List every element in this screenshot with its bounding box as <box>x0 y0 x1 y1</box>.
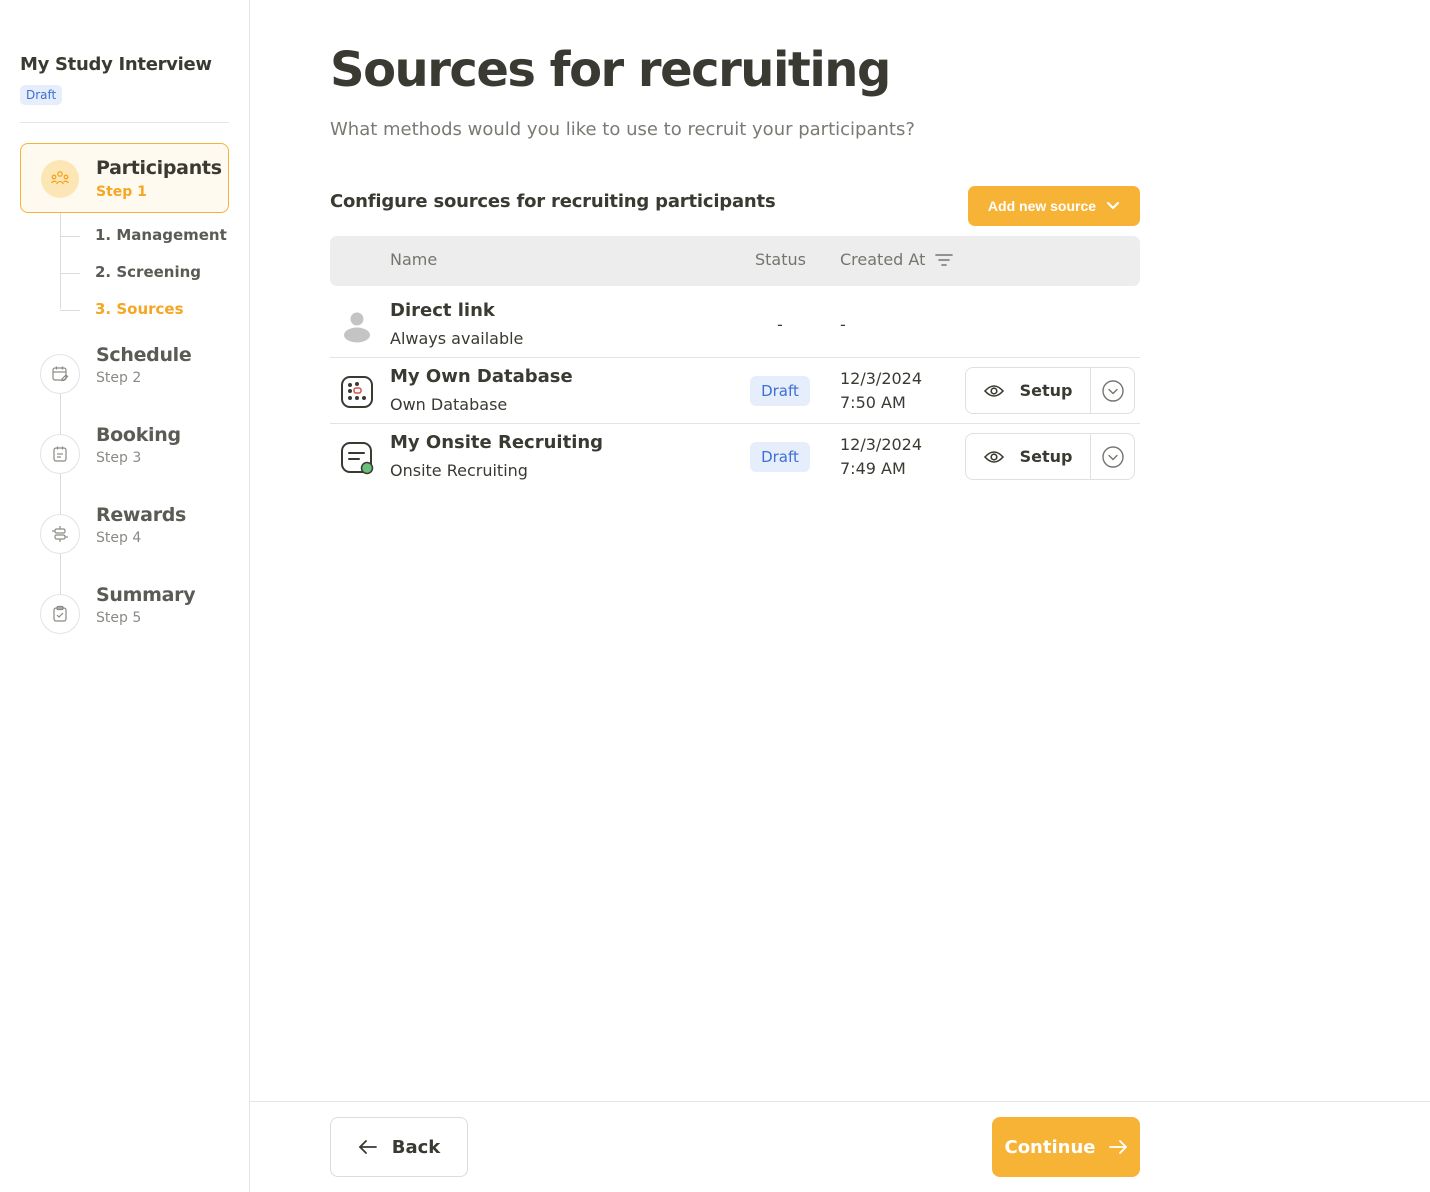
continue-button[interactable]: Continue <box>992 1117 1140 1177</box>
substep-tick <box>60 273 80 274</box>
created-time: 7:50 AM <box>840 393 906 412</box>
source-type: Always available <box>390 329 524 348</box>
step-number: Step 5 <box>96 610 142 626</box>
arrow-left-icon <box>358 1140 377 1154</box>
study-status-badge: Draft <box>20 85 63 105</box>
step-schedule[interactable]: Schedule Step 2 <box>20 344 229 404</box>
column-header-created-label: Created At <box>840 250 926 269</box>
add-new-source-button[interactable]: Add new source <box>968 186 1140 226</box>
substep-tick <box>60 310 80 311</box>
substep-label: 1. Management <box>95 226 227 244</box>
substep-sources[interactable]: 3. Sources <box>60 300 230 320</box>
setup-button-group: Setup <box>965 367 1135 414</box>
section-title: Configure sources for recruiting partici… <box>330 191 776 212</box>
step-number: Step 1 <box>96 184 147 200</box>
sidebar: My Study Interview Draft Participants St… <box>0 0 250 1192</box>
page-subtitle: What methods would you like to use to re… <box>330 119 915 140</box>
person-icon <box>340 309 374 343</box>
chevron-down-icon <box>1106 201 1120 210</box>
setup-button[interactable]: Setup <box>966 434 1091 479</box>
substep-tick <box>60 236 80 237</box>
source-name: Direct link <box>390 300 495 321</box>
step-title: Booking <box>96 424 181 446</box>
more-options-button[interactable] <box>1091 434 1134 479</box>
table-row[interactable]: Direct link Always available - - <box>330 292 1140 358</box>
step-title: Schedule <box>96 344 192 366</box>
substep-label: 3. Sources <box>95 300 184 318</box>
back-button[interactable]: Back <box>330 1117 468 1177</box>
continue-label: Continue <box>1004 1136 1096 1158</box>
setup-label: Setup <box>1019 447 1073 466</box>
step-summary[interactable]: Summary Step 5 <box>20 584 229 644</box>
source-created-at: 12/3/2024 7:50 AM <box>840 367 922 415</box>
substep-management[interactable]: 1. Management <box>60 226 230 246</box>
footer-divider <box>250 1101 1430 1102</box>
step-booking[interactable]: Booking Step 3 <box>20 424 229 484</box>
setup-label: Setup <box>1019 381 1073 400</box>
sort-filter-icon <box>935 253 954 266</box>
page-title: Sources for recruiting <box>330 42 891 98</box>
table-header: Name Status Created At <box>330 236 1140 286</box>
step-rewards[interactable]: Rewards Step 4 <box>20 504 229 564</box>
column-header-name: Name <box>390 250 438 269</box>
arrow-right-icon <box>1108 1140 1127 1154</box>
source-type: Own Database <box>390 395 508 414</box>
table-row[interactable]: My Own Database Own Database Draft 12/3/… <box>330 358 1140 424</box>
database-icon <box>340 375 374 409</box>
step-number: Step 4 <box>96 530 142 546</box>
more-options-button[interactable] <box>1091 368 1134 413</box>
onsite-form-icon <box>340 441 374 475</box>
source-name: My Own Database <box>390 366 573 387</box>
study-title: My Study Interview <box>20 54 212 75</box>
add-new-source-label: Add new source <box>987 198 1097 214</box>
created-time: 7:49 AM <box>840 459 906 478</box>
chevron-down-circle-icon <box>1101 445 1124 468</box>
chevron-down-circle-icon <box>1101 379 1124 402</box>
source-status: - <box>777 315 783 334</box>
eye-icon <box>983 384 1004 397</box>
step-title: Summary <box>96 584 196 606</box>
source-name: My Onsite Recruiting <box>390 432 604 453</box>
source-created-at: - <box>840 315 846 334</box>
step-number: Step 2 <box>96 370 142 386</box>
main-content: Sources for recruiting What methods woul… <box>250 0 1430 1192</box>
substep-screening[interactable]: 2. Screening <box>60 263 230 283</box>
setup-button-group: Setup <box>965 433 1135 480</box>
app-root: My Study Interview Draft Participants St… <box>0 0 1430 1192</box>
created-date: 12/3/2024 <box>840 369 923 388</box>
clipboard-check-icon <box>40 594 80 634</box>
source-type: Onsite Recruiting <box>390 461 528 480</box>
step-title: Rewards <box>96 504 187 526</box>
status-badge: Draft <box>750 442 810 472</box>
source-created-at: 12/3/2024 7:49 AM <box>840 433 922 481</box>
column-header-created-at[interactable]: Created At <box>840 250 954 269</box>
status-badge: Draft <box>750 376 810 406</box>
back-label: Back <box>391 1136 441 1158</box>
table-row[interactable]: My Onsite Recruiting Onsite Recruiting D… <box>330 424 1140 490</box>
setup-button[interactable]: Setup <box>966 368 1091 413</box>
substep-label: 2. Screening <box>95 263 202 281</box>
column-header-status: Status <box>755 250 806 269</box>
participants-icon <box>41 160 79 198</box>
step-number: Step 3 <box>96 450 142 466</box>
booking-icon <box>40 434 80 474</box>
sidebar-divider <box>20 122 229 123</box>
step-title: Participants <box>96 157 222 179</box>
eye-icon <box>983 450 1004 463</box>
created-date: 12/3/2024 <box>840 435 923 454</box>
calendar-edit-icon <box>40 354 80 394</box>
rewards-icon <box>40 514 80 554</box>
step-participants[interactable]: Participants Step 1 <box>20 143 229 213</box>
